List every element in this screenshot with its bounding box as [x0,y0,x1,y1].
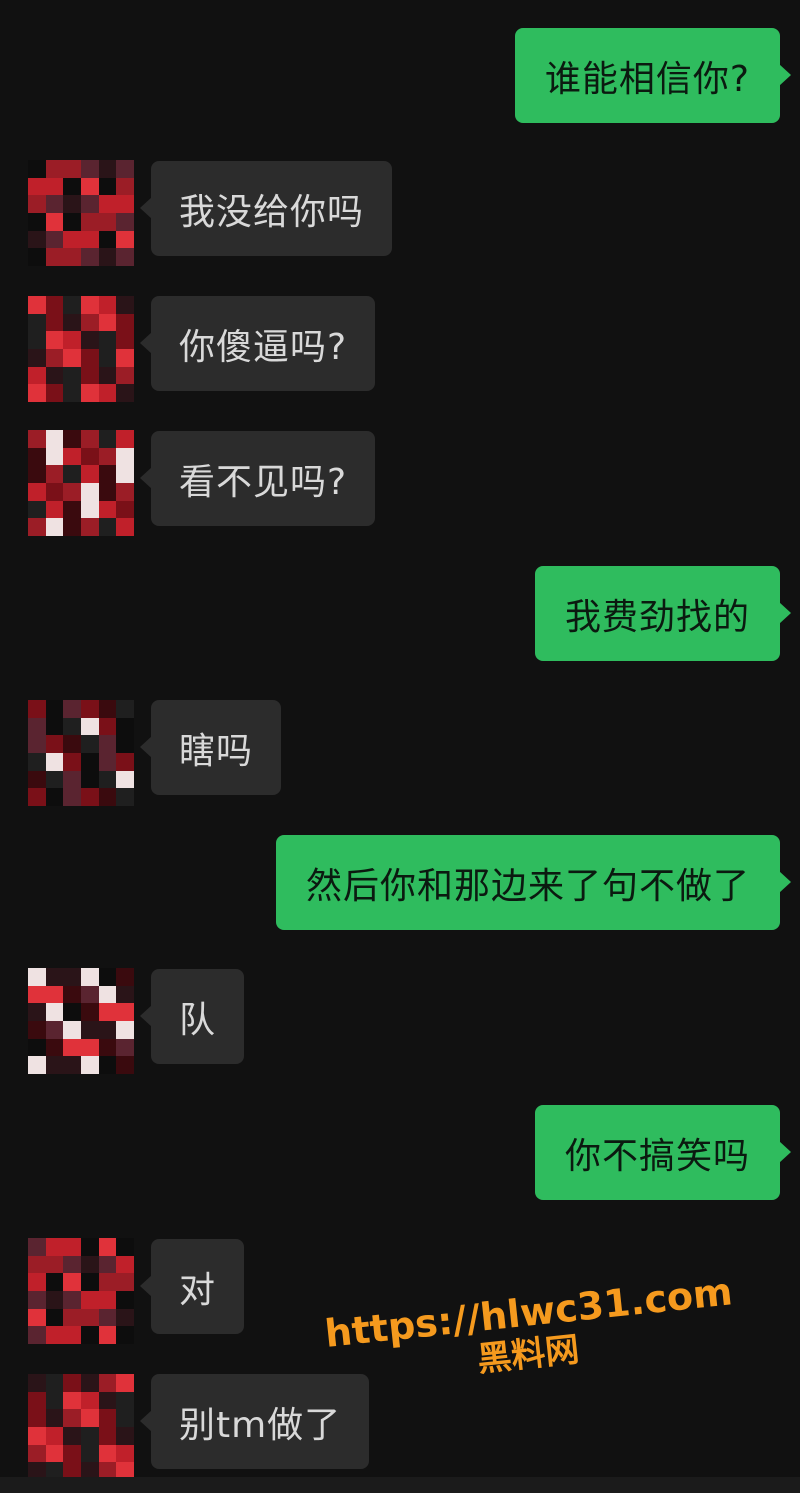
message-bubble-incoming[interactable]: 你傻逼吗? [139,296,376,391]
message-text: 我没给你吗 [179,191,365,233]
avatar-icon[interactable] [28,296,134,402]
message-text: 对 [179,1269,217,1311]
message-text: 别tm做了 [179,1404,342,1446]
chat-conversation: 谁能相信你? 我没给你吗 你傻逼吗? 看不见吗? 我费劲找的 瞎吗 然后你和那边… [0,0,800,1493]
message-bubble-outgoing[interactable]: 然后你和那边来了句不做了 [275,835,792,930]
message-bubble-incoming[interactable]: 我没给你吗 [139,161,393,256]
message-text: 我费劲找的 [564,596,750,638]
message-bubble-outgoing[interactable]: 你不搞笑吗 [534,1105,792,1200]
message-text: 看不见吗? [179,461,348,503]
message-bubble-incoming[interactable]: 对 [139,1239,245,1334]
avatar-icon[interactable] [28,160,134,266]
avatar-icon[interactable] [28,1238,134,1344]
message-text: 队 [179,999,217,1041]
avatar-icon[interactable] [28,1374,134,1480]
message-bubble-incoming[interactable]: 队 [139,969,245,1064]
message-bubble-incoming[interactable]: 瞎吗 [139,700,282,795]
message-bubble-outgoing[interactable]: 谁能相信你? [514,28,792,123]
message-text: 你傻逼吗? [179,326,348,368]
watermark: https://hlwc31.com 黑料网 [323,1269,735,1395]
message-text: 瞎吗 [179,730,254,772]
message-text: 谁能相信你? [544,58,750,100]
avatar-icon[interactable] [28,968,134,1074]
bottom-edge [0,1477,800,1493]
message-text: 然后你和那边来了句不做了 [305,865,750,907]
message-bubble-outgoing[interactable]: 我费劲找的 [534,566,792,661]
avatar-icon[interactable] [28,700,134,806]
message-text: 你不搞笑吗 [564,1135,750,1177]
message-bubble-incoming[interactable]: 看不见吗? [139,431,376,526]
avatar-icon[interactable] [28,430,134,536]
